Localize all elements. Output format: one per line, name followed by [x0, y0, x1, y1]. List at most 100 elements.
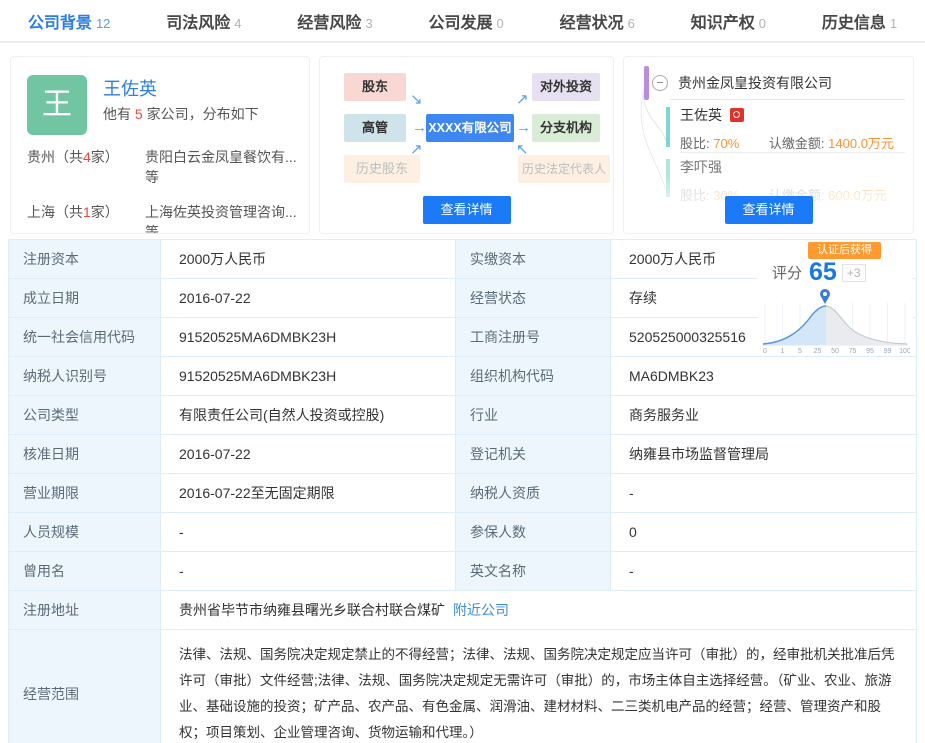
node-history-shareholder: 历史股东: [344, 155, 420, 183]
table-value-cell: MA6DMBK23: [611, 357, 917, 396]
node-outbound-investment: 对外投资: [532, 73, 600, 101]
tab-count: 12: [96, 16, 110, 31]
table-row: 纳税人识别号 91520525MA6DMBK23H 组织机构代码 MA6DMBK…: [9, 357, 917, 396]
tab-company-development[interactable]: 公司发展0: [418, 9, 513, 33]
region-row: 上海（共1家） 上海佐英投资管理咨询...等: [27, 202, 301, 234]
summary-count: 5: [135, 106, 143, 122]
table-label-cell: 参保人数: [456, 513, 611, 552]
tab-label: 经营风险: [297, 15, 361, 32]
region-companies[interactable]: 上海佐英投资管理咨询...等: [145, 202, 301, 234]
collapse-icon[interactable]: −: [652, 75, 668, 91]
business-info-table: 注册资本 2000万人民币 实缴资本 2000万人民币 成立日期 2016-07…: [8, 239, 917, 743]
company-level-bar: [644, 66, 649, 100]
table-label-cell: 实缴资本: [456, 240, 611, 279]
table-label-cell: 人员规模: [9, 513, 161, 552]
table-value-cell: -: [161, 552, 456, 591]
node-shareholder: 股东: [344, 73, 406, 101]
table-value-cell: 2016-07-22: [161, 435, 456, 474]
table-label-cell: 公司类型: [9, 396, 161, 435]
svg-text:0: 0: [763, 348, 767, 355]
table-label-cell: 核准日期: [9, 435, 161, 474]
table-row: 人员规模 - 参保人数 0: [9, 513, 917, 552]
company-profile-page: 公司背景12 司法风险 4 经营风险3 公司发展0 经营状况6 知识产权 0 历史信…: [0, 0, 925, 743]
region-companies[interactable]: 贵阳白云金凤皇餐饮有...等: [145, 147, 301, 187]
nearby-companies-link[interactable]: 附近公司: [453, 602, 509, 618]
score-bonus-badge: +3: [842, 264, 866, 282]
tab-count: 4: [234, 16, 241, 31]
tab-company-background[interactable]: 公司背景12: [18, 9, 120, 33]
node-executive: 高管: [344, 114, 406, 142]
boss-name-link[interactable]: 王佐英: [103, 75, 157, 101]
region-label: 贵州（共4家）: [27, 147, 145, 187]
table-label-cell: 纳税人识别号: [9, 357, 161, 396]
relationship-graph-card: 股东 高管 历史股东 XXXX有限公司 对外投资 分支机构 历史法定代表人 ↘ …: [319, 56, 614, 234]
tab-count: 0: [497, 16, 504, 31]
svg-text:1: 1: [781, 348, 785, 355]
table-value-cell: -: [611, 474, 917, 513]
arrow-icon: ↗: [410, 140, 423, 158]
node-company-center: XXXX有限公司: [426, 114, 514, 142]
boss-summary: 他有 5 家公司，分布如下: [103, 104, 259, 124]
shareholder-ratio-line: 股比: 70% 认缴金额: 1400.0万元: [680, 133, 894, 152]
table-value-cell: 91520525MA6DMBK23H: [161, 357, 456, 396]
tab-count: 0: [759, 16, 766, 31]
tab-label: 司法风险: [166, 15, 230, 32]
certify-ribbon-badge: 认证后获得: [808, 242, 881, 259]
shareholder-level-bar: [666, 107, 670, 147]
equity-structure-card: − 贵州金凤皇投资有限公司 王佐英 股比: 70% 认缴金额: 1400.0万元…: [623, 56, 914, 234]
summary-cards: 王 王佐英 他有 5 家公司，分布如下 贵州（共4家） 贵阳白云金凤皇餐饮有..…: [0, 43, 925, 234]
table-row: 营业期限 2016-07-22至无固定期限 纳税人资质 -: [9, 474, 917, 513]
table-value-cell: 2000万人民币: [161, 240, 456, 279]
chart-axis-labels: 0 1 5 25 50 75 95 99 100: [763, 348, 910, 355]
table-value-cell: 有限责任公司(自然人投资或控股): [161, 396, 456, 435]
equity-view-details-button[interactable]: 查看详情: [724, 196, 812, 224]
avatar: 王: [27, 75, 87, 135]
svg-text:50: 50: [831, 348, 839, 355]
region-label: 上海（共1家）: [27, 202, 145, 234]
table-row: 曾用名 - 英文名称 -: [9, 552, 917, 591]
tab-intellectual-property[interactable]: 知识产权 0: [681, 9, 776, 33]
equity-company-name[interactable]: 贵州金凤皇投资有限公司: [678, 73, 832, 93]
divider: [680, 152, 905, 153]
tab-label: 历史信息: [822, 15, 886, 32]
node-branch: 分支机构: [532, 114, 600, 142]
tab-count: 1: [890, 16, 897, 31]
table-row: 核准日期 2016-07-22 登记机关 纳雍县市场监督管理局: [9, 435, 917, 474]
table-value-cell: 91520525MA6DMBK23H: [161, 318, 456, 357]
business-scope-text: 法律、法规、国务院决定规定禁止的不得经营；法律、法规、国务院决定规定应当许可（审…: [161, 630, 917, 743]
table-label-cell: 登记机关: [456, 435, 611, 474]
company-score-widget: 认证后获得 评分 65 +3: [758, 242, 913, 355]
tab-label: 经营状况: [560, 15, 624, 32]
table-value-cell: -: [161, 513, 456, 552]
score-line: 评分 65 +3: [772, 258, 866, 287]
arrow-icon: ↖: [516, 140, 529, 158]
tab-history-info[interactable]: 历史信息 1: [812, 9, 907, 33]
table-row: 公司类型 有限责任公司(自然人投资或控股) 行业 商务服务业: [9, 396, 917, 435]
svg-text:100: 100: [899, 348, 910, 355]
graph-view-details-button[interactable]: 查看详情: [422, 196, 510, 224]
shareholder-item: 王佐英 股比: 70% 认缴金额: 1400.0万元: [680, 105, 894, 152]
boss-card: 王 王佐英 他有 5 家公司，分布如下 贵州（共4家） 贵阳白云金凤皇餐饮有..…: [10, 56, 310, 234]
table-value-cell: 2016-07-22至无固定期限: [161, 474, 456, 513]
tab-bar: 公司背景12 司法风险 4 经营风险3 公司发展0 经营状况6 知识产权 0 历史信…: [0, 0, 925, 43]
tab-label: 知识产权: [691, 15, 755, 32]
summary-prefix: 他有: [103, 106, 135, 122]
table-label-cell: 注册资本: [9, 240, 161, 279]
table-label-cell: 工商注册号: [456, 318, 611, 357]
svg-text:99: 99: [884, 348, 892, 355]
tab-operation-status[interactable]: 经营状况6: [550, 9, 645, 33]
arrow-icon: →: [516, 119, 531, 136]
table-row-business-scope: 经营范围 法律、法规、国务院决定规定禁止的不得经营；法律、法规、国务院决定规定应…: [9, 630, 917, 743]
tab-judicial-risk[interactable]: 司法风险 4: [156, 9, 251, 33]
arrow-icon: ↘: [410, 90, 423, 108]
table-label-cell: 成立日期: [9, 279, 161, 318]
table-row-address: 注册地址 贵州省毕节市纳雍县曙光乡联合村联合煤矿附近公司: [9, 591, 917, 630]
region-row: 贵州（共4家） 贵阳白云金凤皇餐饮有...等: [27, 147, 301, 187]
table-label-cell: 经营状态: [456, 279, 611, 318]
shareholder-name[interactable]: 李吓强: [680, 157, 887, 177]
shareholder-name[interactable]: 王佐英: [680, 105, 894, 125]
score-value: 65: [809, 258, 837, 287]
tab-operation-risk[interactable]: 经营风险3: [287, 9, 382, 33]
address-text: 贵州省毕节市纳雍县曙光乡联合村联合煤矿: [179, 602, 445, 618]
table-label-cell: 组织机构代码: [456, 357, 611, 396]
